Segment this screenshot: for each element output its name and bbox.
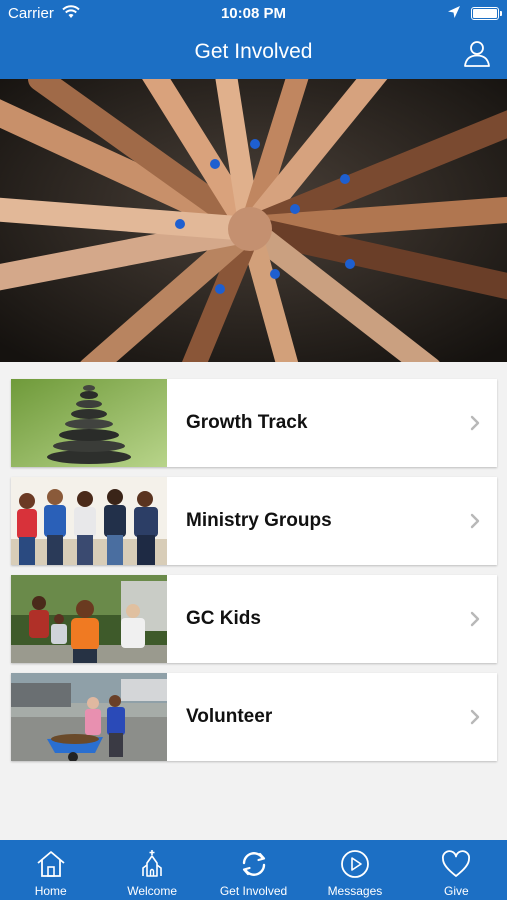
location-arrow-icon — [448, 6, 460, 18]
get-involved-list: Growth Track Ministry Groups GC Kids Vol… — [11, 379, 497, 771]
chevron-right-icon — [470, 709, 480, 725]
clock: 10:08 PM — [220, 5, 287, 22]
chevron-right-icon — [470, 513, 480, 529]
refresh-arrows-icon — [242, 852, 265, 876]
group-people-photo — [11, 477, 167, 565]
tab-home[interactable]: Home — [0, 840, 101, 900]
profile-icon[interactable] — [463, 39, 491, 67]
list-item-label: Ministry Groups — [186, 510, 332, 531]
list-item-label: Growth Track — [186, 412, 308, 433]
volunteers-wheelbarrow-photo — [11, 673, 167, 761]
tab-label: Give — [443, 884, 469, 898]
play-circle-icon — [341, 850, 369, 878]
tab-give[interactable]: Give — [406, 840, 507, 900]
stacked-stones-photo — [11, 379, 167, 467]
kids-playing-photo — [11, 575, 167, 663]
tab-welcome[interactable]: Welcome — [101, 840, 202, 900]
house-icon — [37, 851, 65, 877]
navigation-bar: Get Involved — [0, 28, 507, 79]
tab-bar: Home Welcome Get Involved Messages Give — [0, 840, 507, 900]
list-item-label: Volunteer — [186, 706, 273, 727]
tab-label: Home — [34, 884, 67, 898]
tab-get-involved[interactable]: Get Involved — [203, 840, 304, 900]
chevron-right-icon — [470, 415, 480, 431]
chevron-right-icon — [470, 611, 480, 627]
list-item-label: GC Kids — [186, 608, 261, 629]
list-item-growth-track[interactable]: Growth Track — [11, 379, 497, 467]
list-item-gc-kids[interactable]: GC Kids — [11, 575, 497, 663]
list-item-ministry-groups[interactable]: Ministry Groups — [11, 477, 497, 565]
church-icon — [142, 850, 162, 877]
heart-icon — [442, 850, 471, 877]
list-item-volunteer[interactable]: Volunteer — [11, 673, 497, 761]
battery-icon — [471, 7, 502, 20]
status-bar: Carrier 10:08 PM — [0, 0, 507, 28]
tab-label: Welcome — [127, 884, 177, 898]
tab-label: Messages — [327, 884, 383, 898]
page-title: Get Involved — [194, 40, 313, 63]
tab-label: Get Involved — [219, 884, 288, 898]
tab-messages[interactable]: Messages — [304, 840, 405, 900]
hero-image — [0, 79, 507, 362]
